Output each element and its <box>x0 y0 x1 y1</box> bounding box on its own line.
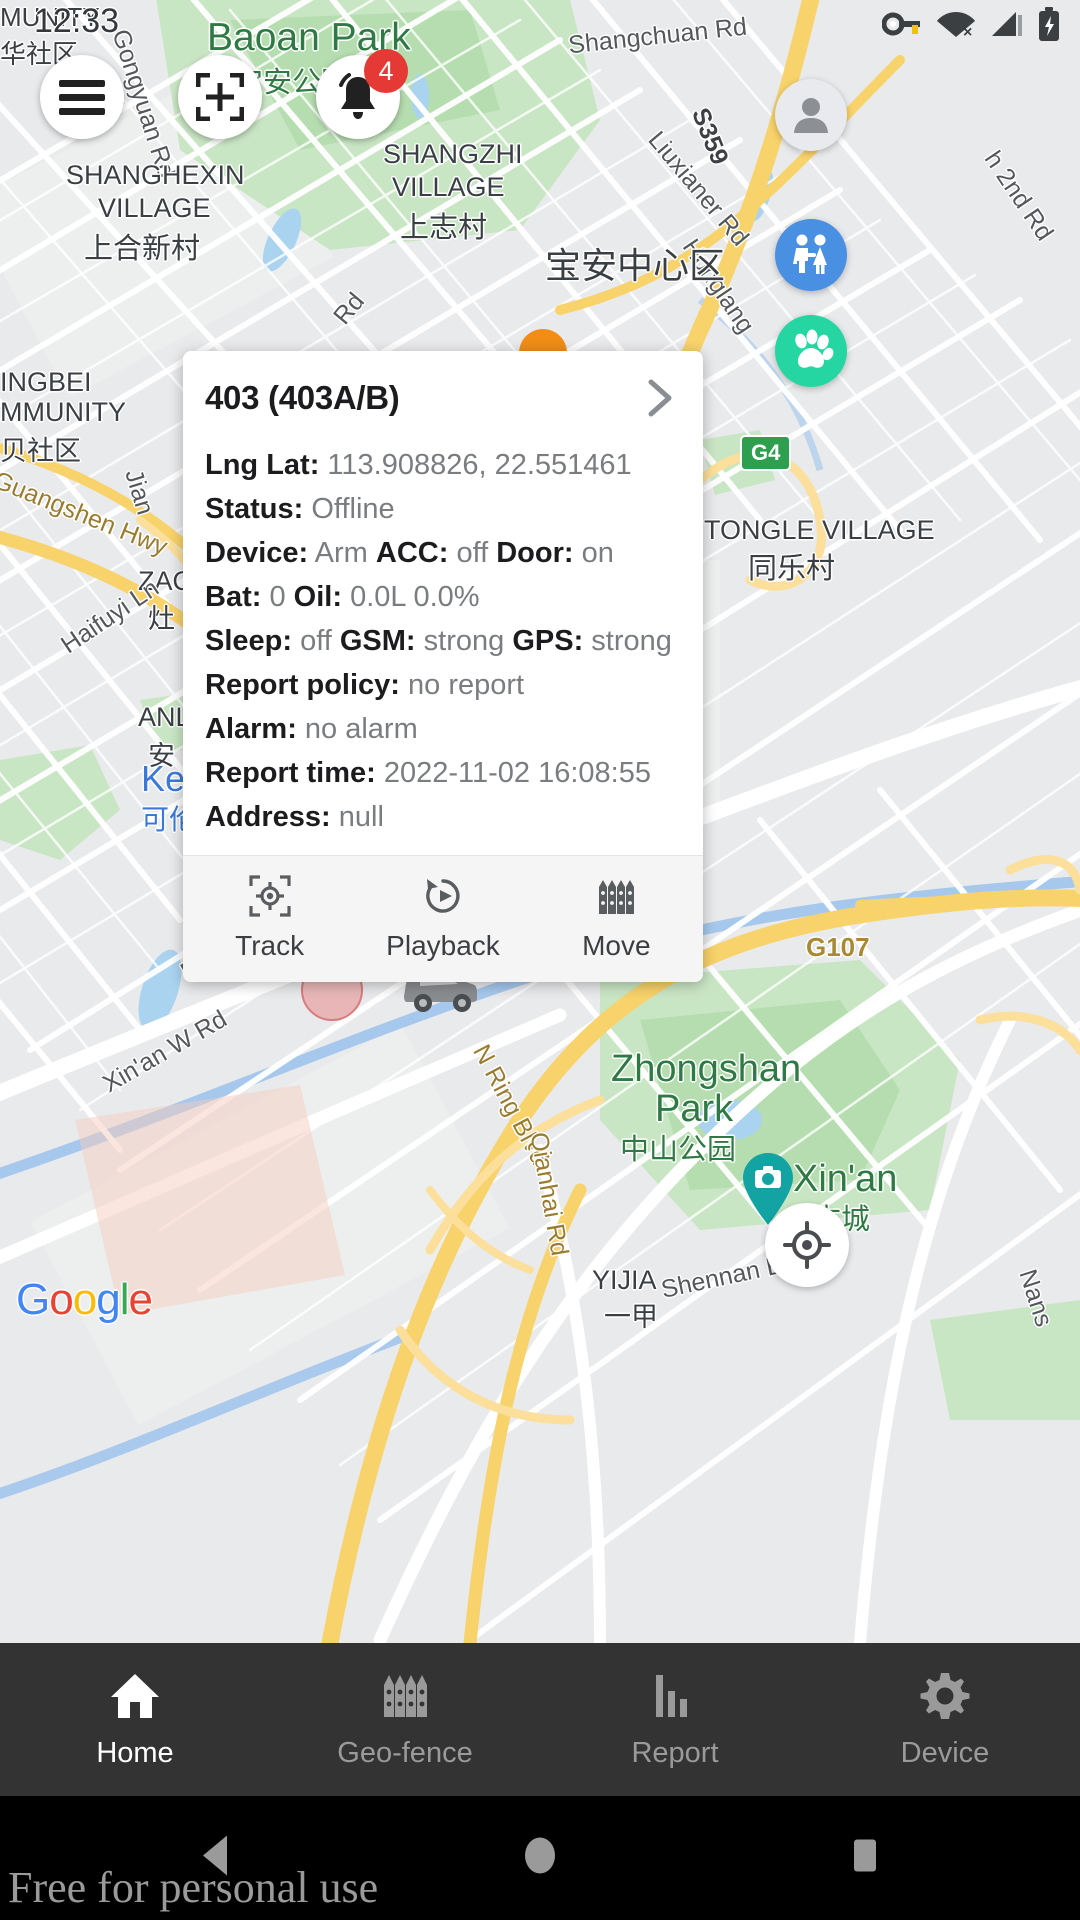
my-location-fab[interactable] <box>765 1203 849 1287</box>
glogo-letter: G <box>16 1275 50 1324</box>
notifications-button[interactable]: 4 <box>316 49 408 139</box>
info-value: off <box>456 537 489 569</box>
info-value: Offline <box>311 493 395 525</box>
info-label: Bat: <box>205 581 262 613</box>
gear-icon <box>920 1673 970 1719</box>
menu-button[interactable] <box>40 55 124 139</box>
device-info-header[interactable]: 403 (403A/B) <box>205 377 681 419</box>
info-value: off <box>300 625 332 657</box>
hamburger-bar <box>59 93 105 101</box>
fence-icon <box>599 880 635 914</box>
info-row-address: Address: null <box>205 795 681 839</box>
info-label: Lng Lat: <box>205 449 320 481</box>
device-title: 403 (403A/B) <box>205 379 400 416</box>
device-info-card[interactable]: 403 (403A/B) Lng Lat: 113.908826, 22.551… <box>183 351 703 982</box>
info-value: strong <box>423 625 505 657</box>
info-row-status: Status: Offline <box>205 487 681 531</box>
info-value: no report <box>408 669 525 701</box>
info-value: no alarm <box>304 713 418 745</box>
info-label: GSM: <box>339 625 416 657</box>
info-label: Alarm: <box>205 713 297 745</box>
move-label: Move <box>582 930 651 961</box>
info-row-battery-oil: Bat: 0 Oil: 0.0L 0.0% <box>205 575 681 619</box>
family-icon <box>793 234 827 274</box>
info-label: Sleep: <box>205 625 293 657</box>
my-location-icon <box>783 1221 831 1269</box>
info-label: Oil: <box>293 581 342 613</box>
info-value: on <box>581 537 614 569</box>
track-label: Track <box>235 930 305 961</box>
home-circle-icon <box>525 1837 555 1874</box>
system-home-button[interactable] <box>519 1832 561 1885</box>
track-button[interactable]: Track <box>183 856 356 982</box>
google-attribution: Google <box>16 1275 153 1325</box>
highway-shield-g4: G4 <box>740 435 792 471</box>
info-row-report-time: Report time: 2022-11-02 16:08:55 <box>205 751 681 795</box>
scan-button[interactable] <box>178 55 262 139</box>
info-label: Status: <box>205 493 304 525</box>
nav-item-device[interactable]: Device <box>810 1643 1080 1796</box>
watermark-text: Free for personal use <box>8 1863 379 1912</box>
device-info-body: 403 (403A/B) Lng Lat: 113.908826, 22.551… <box>183 351 703 855</box>
info-label: Address: <box>205 801 331 833</box>
fence-icon <box>384 1675 427 1717</box>
info-row-sleep-gsm-gps: Sleep: off GSM: strong GPS: strong <box>205 619 681 663</box>
nav-label-home: Home <box>96 1737 174 1769</box>
info-value: 0 <box>269 581 286 613</box>
info-value: strong <box>591 625 672 657</box>
info-label: Door: <box>496 537 574 569</box>
info-value: Arm <box>314 537 368 569</box>
playback-button[interactable]: Playback <box>356 856 529 982</box>
recents-square-icon <box>854 1839 876 1872</box>
glogo-letter: o <box>49 1275 74 1324</box>
nav-label-geofence: Geo-fence <box>337 1737 473 1769</box>
info-value: 113.908826, 22.551461 <box>327 449 632 481</box>
system-recents-button[interactable] <box>844 1832 886 1885</box>
crosshair-target-icon <box>249 875 291 917</box>
info-label: GPS: <box>512 625 584 657</box>
playback-label: Playback <box>386 930 500 961</box>
person-icon <box>794 98 828 133</box>
glogo-letter: g <box>96 1275 121 1324</box>
hamburger-bar <box>59 107 105 115</box>
nav-item-report[interactable]: Report <box>540 1643 810 1796</box>
nav-label-report: Report <box>631 1737 719 1769</box>
info-row-alarm: Alarm: no alarm <box>205 707 681 751</box>
info-value: 2022-11-02 16:08:55 <box>383 757 651 789</box>
account-fab[interactable] <box>775 79 847 151</box>
notification-badge: 4 <box>364 49 408 93</box>
hamburger-menu-icon <box>59 73 105 122</box>
bar-chart-icon <box>656 1675 687 1717</box>
move-button[interactable]: Move <box>530 856 703 982</box>
replay-icon <box>426 879 460 913</box>
hamburger-bar <box>59 79 105 87</box>
info-row-report-policy: Report policy: no report <box>205 663 681 707</box>
pet-fab[interactable] <box>775 315 847 387</box>
family-fab[interactable] <box>775 219 847 291</box>
scan-frame-icon <box>196 73 244 121</box>
home-icon <box>111 1674 159 1718</box>
info-row-lnglat: Lng Lat: 113.908826, 22.551461 <box>205 443 681 487</box>
nav-label-device: Device <box>900 1737 990 1769</box>
info-value: 0.0L 0.0% <box>350 581 480 613</box>
device-card-actions: Track Playback Move <box>183 855 703 982</box>
chevron-right-icon[interactable] <box>643 377 681 419</box>
nav-item-home[interactable]: Home <box>0 1643 270 1796</box>
info-label: ACC: <box>375 537 449 569</box>
info-value: null <box>338 801 384 833</box>
info-label: Device: <box>205 537 309 569</box>
app-root: .wr { stroke:#ffffff; fill:none; stroke-… <box>0 0 1080 1920</box>
paw-icon <box>795 329 834 368</box>
nav-item-geofence[interactable]: Geo-fence <box>270 1643 540 1796</box>
info-row-device: Device: Arm ACC: off Door: on <box>205 531 681 575</box>
glogo-letter: e <box>128 1275 153 1324</box>
info-label: Report policy: <box>205 669 400 701</box>
bottom-navigation: Home Geo-fence Report Device <box>0 1643 1080 1796</box>
info-label: Report time: <box>205 757 376 789</box>
glogo-letter: o <box>72 1275 98 1324</box>
